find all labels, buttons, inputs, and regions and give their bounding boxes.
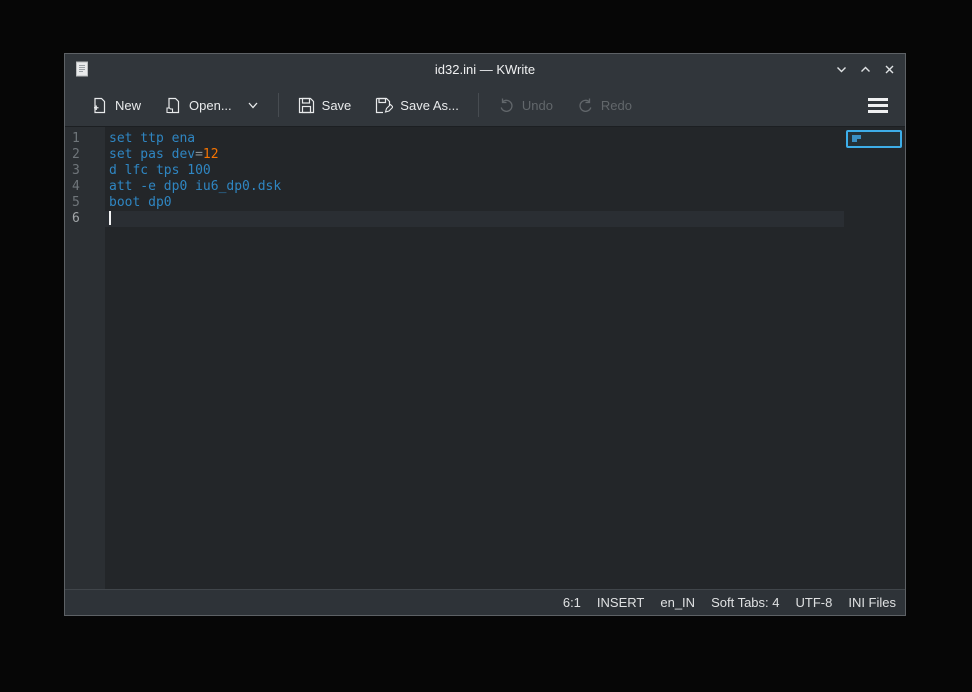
statusbar: 6:1 INSERT en_IN Soft Tabs: 4 UTF-8 INI Files [65,589,905,615]
hamburger-icon [868,98,888,101]
editor-view[interactable]: 123456 set ttp enaset pas dev=12d lfc tp… [65,126,905,589]
save-as-button[interactable]: Save As... [369,92,465,119]
line-number: 3 [65,163,85,179]
minimap-text-mark [852,139,857,142]
toolbar: New Open... Save [65,84,905,126]
line-number: 5 [65,195,85,211]
code-token-key: boot dp0 [109,195,172,210]
chevron-up-icon [859,63,872,76]
line-number: 1 [65,131,85,147]
status-dictionary[interactable]: en_IN [660,595,695,610]
close-button[interactable] [879,59,899,79]
code-token-key: att -e dp0 iu6_dp0.dsk [109,179,281,194]
editor-lines[interactable]: set ttp enaset pas dev=12d lfc tps 100at… [105,127,844,589]
code-line[interactable]: set ttp ena [105,131,844,147]
undo-button[interactable]: Undo [492,92,559,119]
code-token-number: 12 [203,147,219,162]
save-button-label: Save [322,98,352,113]
code-line[interactable]: d lfc tps 100 [105,163,844,179]
toolbar-separator [478,93,479,117]
code-line[interactable] [105,211,844,227]
status-tab-settings[interactable]: Soft Tabs: 4 [711,595,779,610]
status-cursor-position[interactable]: 6:1 [563,595,581,610]
line-number: 2 [65,147,85,163]
minimap-view-rect[interactable] [846,130,902,148]
new-button-label: New [115,98,141,113]
menu-button[interactable] [863,90,893,120]
toolbar-separator [278,93,279,117]
text-cursor [109,211,111,225]
close-icon [883,63,896,76]
code-token-key: set pas dev [109,147,195,162]
code-line[interactable]: set pas dev=12 [105,147,844,163]
window-title: id32.ini — KWrite [65,62,905,77]
undo-button-label: Undo [522,98,553,113]
status-encoding[interactable]: UTF-8 [795,595,832,610]
editor-gutter: 123456 [65,127,105,589]
scrollbar-minimap[interactable] [844,127,905,589]
line-number: 4 [65,179,85,195]
minimize-button[interactable] [831,59,851,79]
save-button[interactable]: Save [292,92,358,119]
statusbar-items: 6:1 INSERT en_IN Soft Tabs: 4 UTF-8 INI Files [563,595,896,610]
titlebar[interactable]: id32.ini — KWrite [65,54,905,84]
save-icon [298,97,315,114]
new-button[interactable]: New [85,92,147,119]
code-token-key: d lfc tps 100 [109,163,211,178]
maximize-button[interactable] [855,59,875,79]
line-number: 6 [65,211,85,227]
code-token-operator: = [195,147,203,162]
desktop: { "window": { "title": "id32.ini — KWrit… [0,0,972,692]
kwrite-window: id32.ini — KWrite New [64,53,906,616]
code-token-key: set ttp ena [109,131,195,146]
open-document-icon [165,97,182,114]
redo-button[interactable]: Redo [571,92,638,119]
save-as-icon [375,97,393,114]
status-input-mode[interactable]: INSERT [597,595,644,610]
open-button[interactable]: Open... [159,92,265,119]
save-as-button-label: Save As... [400,98,459,113]
open-dropdown-chevron-icon [247,99,259,111]
undo-icon [498,97,515,114]
redo-icon [577,97,594,114]
chevron-down-icon [835,63,848,76]
redo-button-label: Redo [601,98,632,113]
code-line[interactable]: boot dp0 [105,195,844,211]
status-file-type[interactable]: INI Files [848,595,896,610]
code-line[interactable]: att -e dp0 iu6_dp0.dsk [105,179,844,195]
window-controls [831,54,899,84]
open-button-label: Open... [189,98,232,113]
new-document-icon [91,97,108,114]
